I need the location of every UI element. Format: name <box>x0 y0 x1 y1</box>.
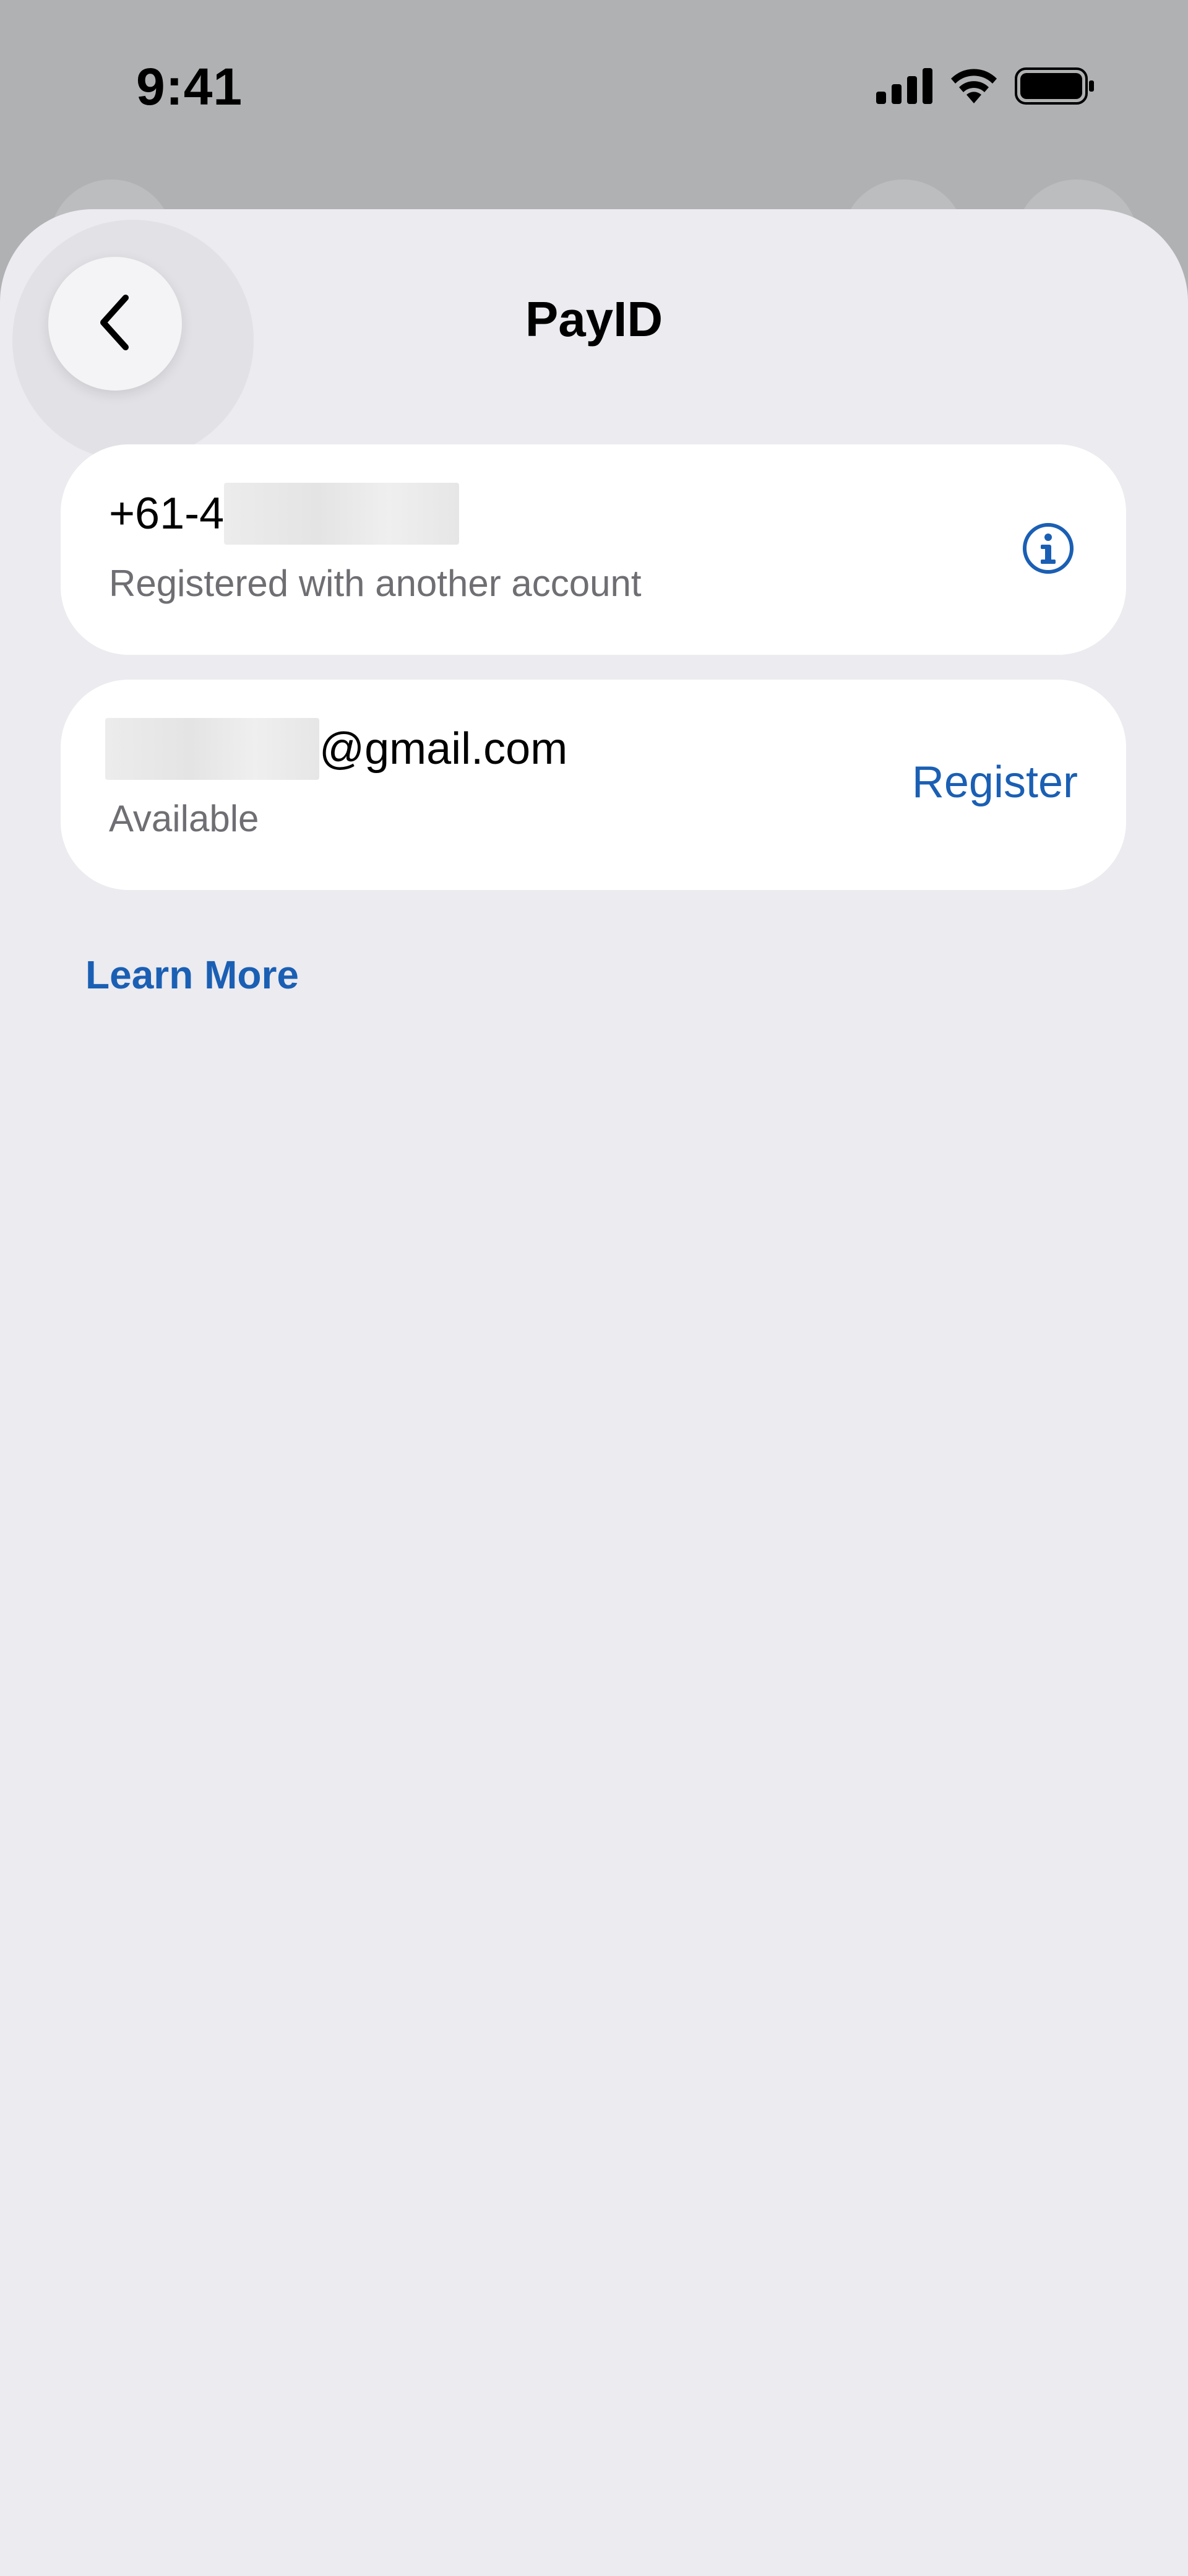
payid-mobile-status: Registered with another account <box>109 563 642 604</box>
payid-mobile-value: +61-4 <box>109 483 460 545</box>
payid-mobile-card[interactable]: +61-4 Registered with another account <box>61 444 1126 655</box>
screen: 9:41 PayID +61-4 Registered with another… <box>0 0 1188 2576</box>
info-button[interactable] <box>1018 520 1078 579</box>
status-time: 9:41 <box>136 58 243 116</box>
redacted-number <box>224 483 460 545</box>
status-bar: 9:41 <box>0 0 1188 179</box>
register-button[interactable]: Register <box>912 757 1078 808</box>
payid-mobile-prefix: +61-4 <box>109 489 225 538</box>
payid-email-suffix: @gmail.com <box>319 724 568 774</box>
learn-more-link[interactable]: Learn More <box>85 952 299 998</box>
page-title: PayID <box>525 292 663 347</box>
cellular-signal-icon <box>876 67 933 107</box>
payid-email-status: Available <box>109 798 259 839</box>
info-icon <box>1021 521 1075 579</box>
payid-email-value: @gmail.com <box>105 718 567 780</box>
redacted-email <box>105 718 319 780</box>
wifi-icon <box>949 67 999 108</box>
battery-icon <box>1015 67 1095 108</box>
status-icons <box>876 67 1095 108</box>
payid-email-card[interactable]: @gmail.com Available Register <box>61 680 1126 890</box>
